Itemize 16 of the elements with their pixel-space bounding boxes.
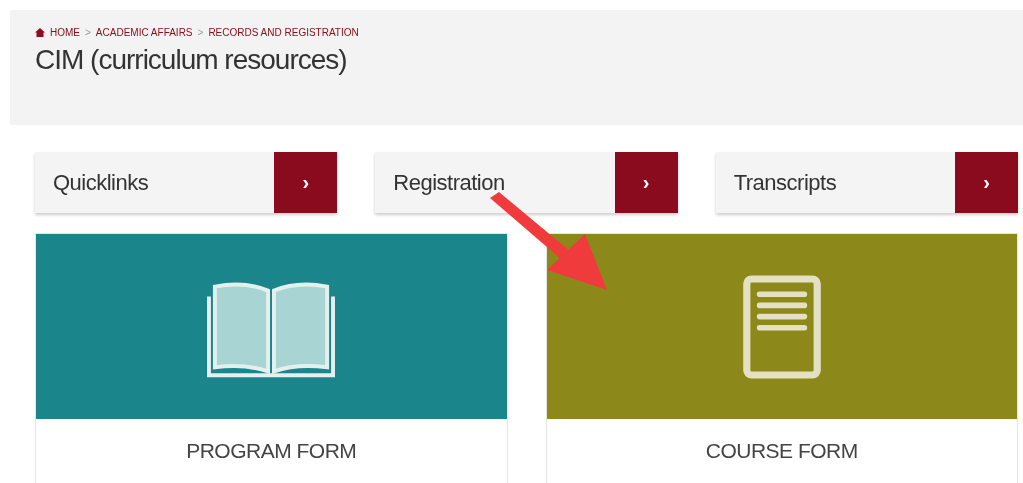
breadcrumb-link[interactable]: ACADEMIC AFFAIRS [95, 27, 193, 38]
arrow-button[interactable]: › [274, 152, 338, 213]
card-banner[interactable] [36, 234, 507, 419]
breadcrumb-separator: > [85, 27, 91, 38]
breadcrumb-link[interactable]: RECORDS AND REGISTRATION [208, 27, 359, 38]
breadcrumb-link[interactable]: HOME [50, 27, 80, 38]
arrow-button[interactable]: › [614, 152, 678, 213]
link-label[interactable]: Transcripts [715, 169, 955, 196]
link-label[interactable]: Quicklinks [35, 169, 275, 196]
document-icon [741, 274, 822, 379]
link-label[interactable]: Registration [375, 169, 615, 196]
home-icon[interactable] [35, 28, 45, 37]
card-banner[interactable] [546, 234, 1017, 419]
arrow-button[interactable]: › [955, 152, 1018, 213]
breadcrumb-separator: > [197, 27, 204, 38]
page-title: CIM (curriculum resources) [35, 44, 347, 76]
